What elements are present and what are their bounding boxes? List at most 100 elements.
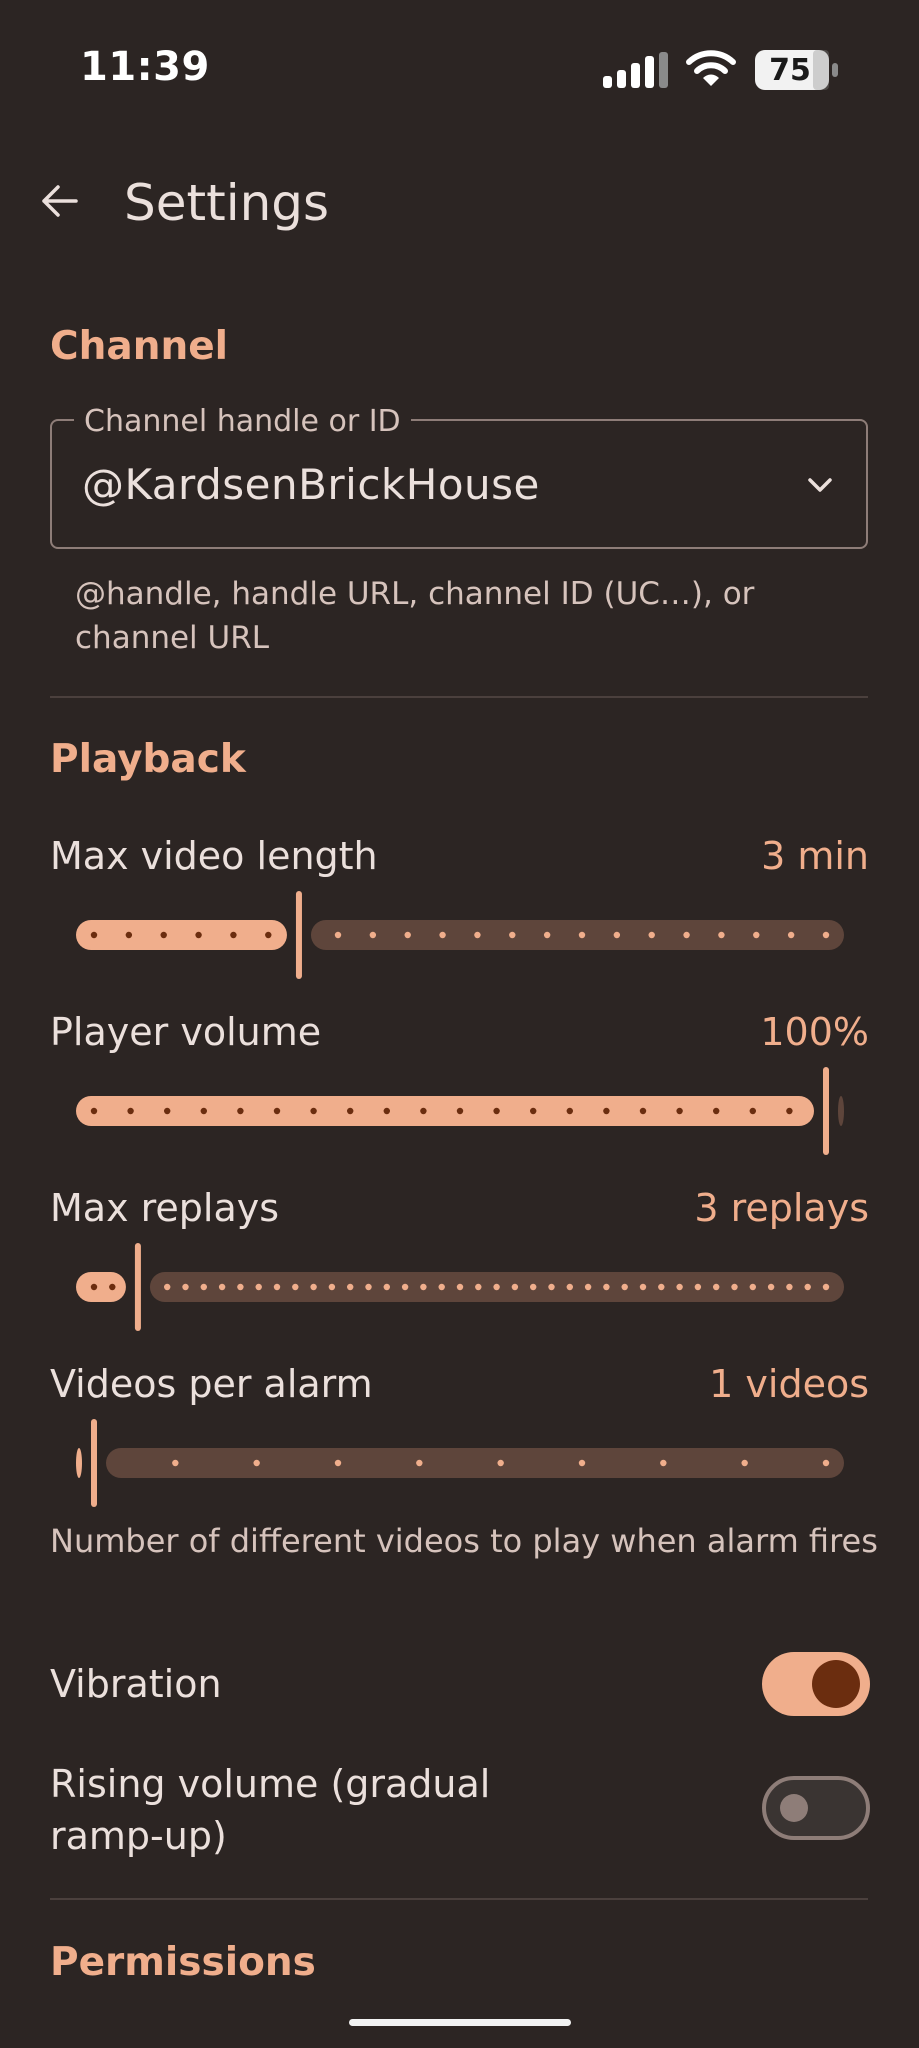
slider-tick [334,931,342,939]
slider-active-track[interactable] [76,1272,126,1302]
section-playback: Playback [50,737,246,782]
slider-tick [497,1459,504,1467]
slider-tick [369,931,377,939]
channel-field-label: Channel handle or ID [74,404,411,439]
slider-tick [694,1283,702,1291]
max-replays-value: 3 replays [694,1186,869,1230]
slider-tick [578,931,586,939]
slider-tick [195,931,202,939]
max-video-length-slider[interactable] [76,891,844,979]
slider-thumb[interactable] [91,1419,97,1507]
toggle-knob [780,1794,808,1822]
slider-tick [613,931,621,939]
max-video-length-label: Max video length [50,834,378,878]
player-volume-slider[interactable] [76,1067,844,1155]
slider-tick [660,1459,667,1467]
videos-per-alarm-slider[interactable] [76,1419,844,1507]
videos-per-alarm-label: Videos per alarm [50,1362,373,1406]
slider-tick [493,1107,500,1115]
page-title: Settings [124,174,330,232]
slider-tick [200,1107,207,1115]
slider-tick [767,1283,775,1291]
slider-tick [90,1283,98,1291]
toggle-knob [812,1660,860,1708]
battery-level: 75 [769,53,811,88]
slider-tick [474,931,481,939]
slider-tick [383,1283,390,1291]
slider-thumb[interactable] [295,891,302,979]
slider-tick [713,1283,720,1291]
cellular-signal-icon [603,52,668,88]
slider-inactive-track[interactable] [310,920,844,950]
slider-tick [328,1283,336,1291]
divider [50,1898,868,1900]
videos-per-alarm-value: 1 videos [709,1362,869,1406]
slider-tick [456,1283,464,1291]
slider-tick [639,1107,647,1115]
slider-tick [578,1459,586,1467]
slider-inactive-track[interactable] [106,1448,844,1478]
channel-help-text: @handle, handle URL, channel ID (UC…), o… [75,576,755,656]
slider-tick [127,1107,134,1115]
slider-tick [658,1283,665,1291]
slider-tick [334,1459,342,1467]
slider-tick [713,1107,720,1115]
slider-tick [603,1283,610,1291]
slider-tick [253,1459,260,1467]
slider-inactive-track[interactable] [838,1096,844,1126]
slider-tick [683,931,690,939]
slider-tick [273,1283,281,1291]
player-volume-label: Player volume [50,1010,322,1054]
slider-tick [255,1283,262,1291]
slider-active-track[interactable] [76,920,287,950]
slider-tick [603,1107,610,1115]
slider-tick [731,1283,738,1291]
slider-tick [749,1283,756,1291]
slider-tick [292,1283,299,1291]
section-permissions: Permissions [50,1940,316,1985]
slider-tick [310,1283,317,1291]
slider-thumb[interactable] [823,1067,829,1155]
rising-volume-toggle[interactable] [762,1776,870,1840]
slider-tick [420,1107,427,1115]
chevron-down-icon[interactable] [800,468,840,502]
slider-tick [621,1283,628,1291]
slider-tick [456,1107,464,1115]
divider [50,696,868,698]
rising-volume-label: Rising volume (gradual ramp-up) [50,1762,491,1858]
slider-tick [109,1283,116,1291]
slider-active-track[interactable] [76,1096,814,1126]
slider-tick [804,1283,811,1291]
slider-tick [822,1459,830,1467]
slider-tick [90,1107,98,1115]
slider-tick [511,1283,519,1291]
slider-tick [822,1283,830,1291]
slider-tick [548,1283,555,1291]
slider-tick [439,931,446,939]
vibration-toggle[interactable] [762,1652,870,1716]
slider-tick [509,931,516,939]
slider-tick [543,931,551,939]
slider-tick [753,931,760,939]
slider-tick [218,1283,226,1291]
slider-tick [125,931,133,939]
slider-tick [365,1283,372,1291]
slider-tick [530,1283,537,1291]
slider-tick [420,1283,427,1291]
slider-tick [566,1107,573,1115]
vibration-label: Vibration [50,1662,222,1706]
home-indicator[interactable] [349,2019,571,2026]
back-arrow-icon[interactable] [38,180,80,222]
max-replays-label: Max replays [50,1186,280,1230]
max-replays-slider[interactable] [76,1243,845,1331]
slider-tick [182,1283,189,1291]
slider-tick [648,931,655,939]
slider-thumb[interactable] [134,1243,141,1331]
slider-tick [383,1107,390,1115]
wifi-icon [686,50,736,86]
slider-active-track[interactable] [76,1448,82,1478]
max-video-length-value: 3 min [761,834,869,878]
channel-field-value[interactable]: @KardsenBrickHouse [82,460,540,509]
slider-tick [822,931,830,939]
player-volume-value: 100% [760,1010,869,1054]
